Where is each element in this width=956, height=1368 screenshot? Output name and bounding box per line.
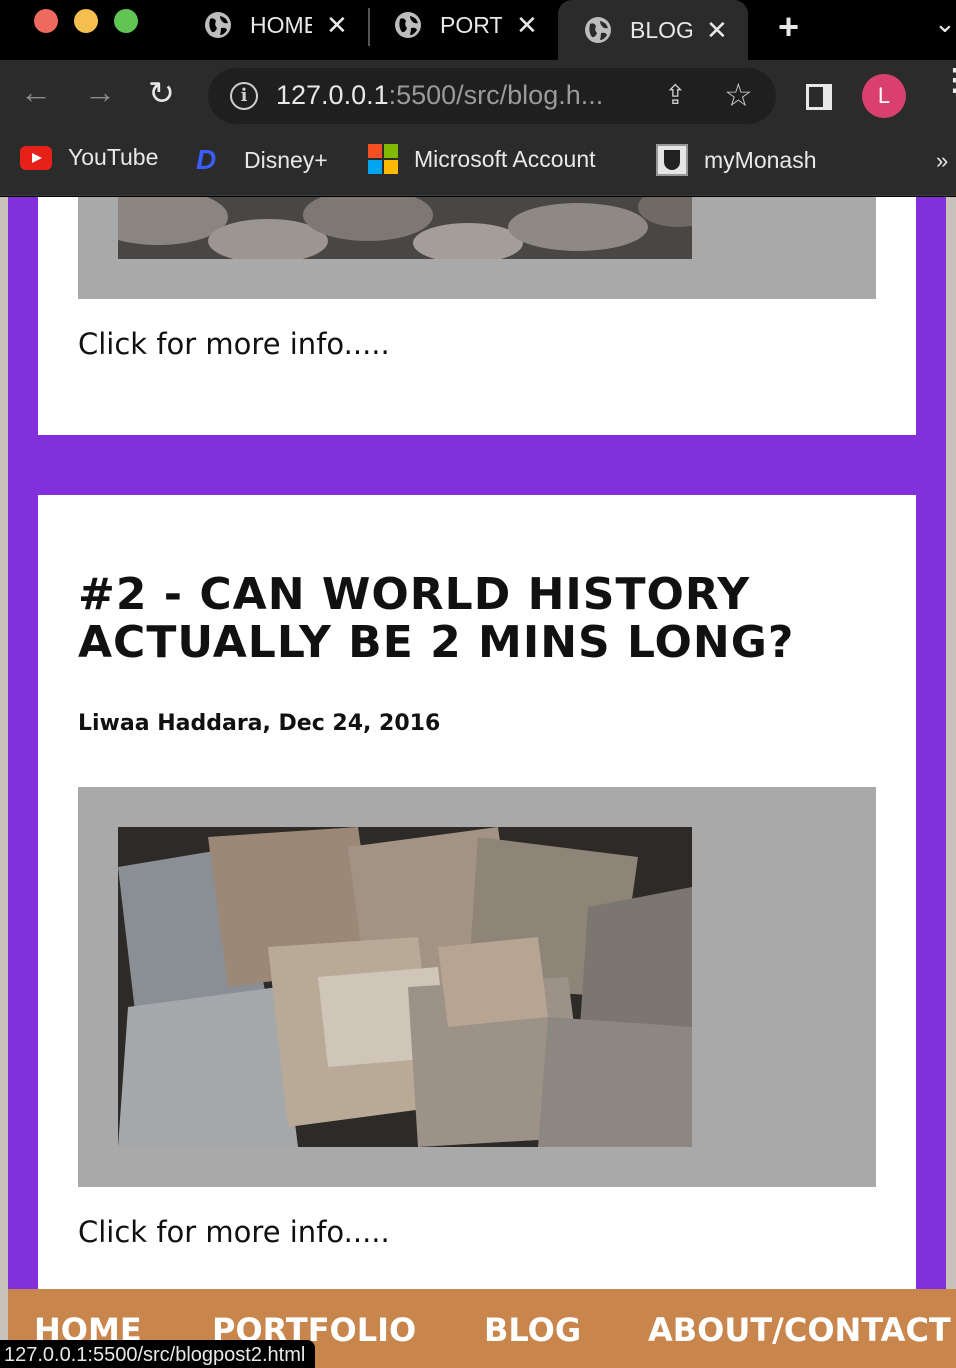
tab-home[interactable]: HOME ✕ — [204, 0, 348, 50]
reload-button[interactable]: ↻ — [148, 74, 175, 112]
maps-photo — [118, 827, 692, 1147]
more-bookmarks-icon[interactable]: » — [936, 148, 948, 174]
page-background: Click for more info..... #2 - CAN WORLD … — [8, 197, 946, 1368]
disney-icon: D — [196, 144, 217, 175]
forward-button[interactable]: → — [84, 74, 116, 111]
new-tab-button[interactable]: + — [778, 6, 799, 48]
bookmark-label: myMonash — [704, 146, 817, 173]
tab-blog[interactable]: BLOG ✕ — [558, 0, 748, 60]
tab-label: BLOG — [630, 16, 692, 43]
close-icon[interactable]: ✕ — [516, 10, 538, 41]
url-text[interactable]: 127.0.0.1:5500/src/blog.h... — [276, 80, 603, 111]
link-status-bubble: 127.0.0.1:5500/src/blogpost2.html — [0, 1340, 316, 1368]
maximize-window-button[interactable] — [114, 9, 138, 33]
minimize-window-button[interactable] — [74, 9, 98, 33]
post-image-stones[interactable] — [118, 197, 692, 259]
profile-avatar[interactable]: L — [862, 74, 906, 118]
back-button[interactable]: ← — [20, 74, 52, 111]
more-info-link[interactable]: Click for more info..... — [78, 1215, 390, 1249]
youtube-icon — [20, 145, 52, 170]
post-author-date: Liwaa Haddara, Dec 24, 2016 — [78, 711, 441, 736]
nav-about-contact-link[interactable]: ABOUT/CONTACT — [648, 1311, 951, 1349]
tab-label: PORTFOLIO — [440, 11, 502, 38]
tab-search-button[interactable]: ⌄ — [934, 8, 956, 39]
site-info-icon[interactable]: i — [230, 82, 258, 110]
globe-icon — [395, 12, 421, 38]
bookmark-youtube[interactable]: YouTube — [20, 144, 158, 171]
tab-portfolio[interactable]: PORTFOLIO ✕ — [394, 0, 538, 50]
stones-photo — [118, 197, 692, 259]
tab-strip: HOME ✕ PORTFOLIO ✕ BLOG ✕ + ⌄ — [0, 0, 956, 60]
post-image-frame — [78, 197, 876, 299]
close-icon[interactable]: ✕ — [706, 15, 728, 46]
nav-blog-link[interactable]: BLOG — [484, 1311, 581, 1349]
bookmarks-bar: YouTube D Disney+ Microsoft Account myMo… — [0, 132, 956, 196]
microsoft-icon — [368, 144, 398, 174]
address-bar[interactable]: i 127.0.0.1:5500/src/blog.h... ⇪ ☆ — [208, 68, 776, 124]
page-viewport: Click for more info..... #2 - CAN WORLD … — [0, 197, 956, 1368]
url-path: :5500/src/blog.h... — [388, 80, 604, 110]
more-info-link[interactable]: Click for more info..... — [78, 327, 390, 361]
globe-icon — [205, 12, 231, 38]
side-panel-icon[interactable] — [806, 84, 832, 110]
url-host: 127.0.0.1 — [276, 80, 389, 110]
close-icon[interactable]: ✕ — [326, 10, 348, 41]
globe-icon — [585, 17, 611, 43]
bookmark-star-icon[interactable]: ☆ — [724, 76, 753, 114]
post-image-frame — [78, 787, 876, 1187]
bookmark-label: YouTube — [68, 144, 159, 170]
bookmark-label: Microsoft Account — [414, 145, 596, 172]
share-icon[interactable]: ⇪ — [664, 80, 687, 111]
bookmark-disney[interactable]: D Disney+ — [196, 144, 328, 176]
post-title: #2 - CAN WORLD HISTORY ACTUALLY BE 2 MIN… — [78, 569, 795, 668]
bookmark-label: Disney+ — [244, 146, 328, 173]
blog-post-card: #2 - CAN WORLD HISTORY ACTUALLY BE 2 MIN… — [38, 495, 916, 1368]
close-window-button[interactable] — [34, 9, 58, 33]
menu-icon[interactable]: ⋮ — [940, 66, 956, 96]
post-image-maps[interactable] — [118, 827, 692, 1147]
monash-icon — [656, 144, 688, 176]
tab-divider — [368, 8, 370, 46]
blog-post-card: Click for more info..... — [38, 197, 916, 435]
tab-label: HOME — [250, 11, 312, 38]
browser-toolbar: ← → ↻ i 127.0.0.1:5500/src/blog.h... ⇪ ☆… — [0, 60, 956, 132]
bookmark-microsoft[interactable]: Microsoft Account — [368, 144, 596, 174]
bookmark-mymonash[interactable]: myMonash — [656, 144, 816, 176]
